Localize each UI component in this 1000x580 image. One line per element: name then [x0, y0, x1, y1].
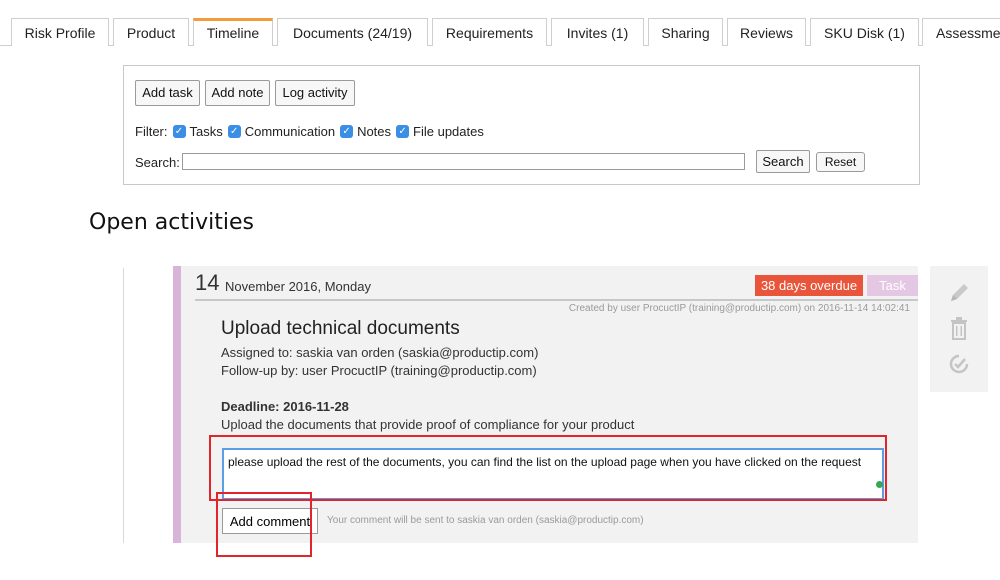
activity-actions: [930, 266, 988, 392]
pencil-icon[interactable]: [946, 280, 972, 306]
overdue-badge: 38 days overdue: [755, 275, 863, 296]
filter-notes-checkbox[interactable]: ✓: [340, 124, 354, 138]
follow-up-by: Follow-up by: user ProcuctIP (training@p…: [221, 363, 537, 378]
assigned-to: Assigned to: saskia van orden (saskia@pr…: [221, 345, 539, 360]
tab-invites[interactable]: Invites (1): [551, 18, 644, 46]
filter-communication-label: Communication: [244, 123, 336, 139]
created-by: Created by user ProcuctIP (training@prod…: [568, 303, 910, 314]
filter-notes-label: Notes: [357, 123, 392, 139]
tab-requirements[interactable]: Requirements: [432, 18, 547, 46]
section-title: Open activities: [89, 210, 254, 235]
filter-file-updates-label: File updates: [413, 123, 484, 139]
tab-sku-disk[interactable]: SKU Disk (1): [810, 18, 919, 46]
timeline-controls-panel: Add task Add note Log activity Filter: ✓…: [123, 65, 920, 185]
check-clock-icon[interactable]: [946, 351, 972, 377]
search-input[interactable]: [182, 153, 745, 170]
task-type-badge: Task: [867, 275, 918, 296]
activity-day: 14: [195, 270, 220, 295]
tab-bar: Risk Profile Product Timeline Documents …: [0, 0, 1000, 46]
comment-hint: Your comment will be sent to saskia van …: [327, 515, 644, 526]
filter-row: Filter: ✓ Tasks ✓ Communication ✓ Notes …: [135, 122, 484, 140]
trash-icon[interactable]: [946, 315, 972, 341]
tab-sharing[interactable]: Sharing: [648, 18, 723, 46]
tab-reviews[interactable]: Reviews: [727, 18, 806, 46]
filter-communication-checkbox[interactable]: ✓: [227, 124, 241, 138]
tab-assessment[interactable]: Assessment: [922, 18, 1000, 46]
search-button[interactable]: Search: [756, 150, 810, 173]
search-label: Search:: [135, 155, 180, 170]
log-activity-button[interactable]: Log activity: [275, 80, 355, 106]
filter-tasks-checkbox[interactable]: ✓: [172, 124, 186, 138]
task-description: Upload the documents that provide proof …: [221, 417, 635, 432]
tab-documents[interactable]: Documents (24/19): [277, 18, 428, 46]
card-divider: [195, 299, 918, 301]
add-note-button[interactable]: Add note: [205, 80, 270, 106]
reset-button[interactable]: Reset: [816, 152, 865, 172]
deadline: Deadline: 2016-11-28: [221, 399, 349, 414]
filter-file-updates-checkbox[interactable]: ✓: [396, 124, 410, 138]
tab-product[interactable]: Product: [113, 18, 189, 46]
activity-date: November 2016, Monday: [225, 279, 371, 294]
tab-timeline[interactable]: Timeline: [193, 18, 273, 46]
timeline-line: [123, 268, 124, 543]
filter-tasks-label: Tasks: [189, 123, 223, 139]
filter-label: Filter:: [135, 123, 168, 139]
tab-risk-profile[interactable]: Risk Profile: [11, 18, 109, 46]
add-task-button[interactable]: Add task: [135, 80, 200, 106]
task-title: Upload technical documents: [221, 318, 460, 339]
add-comment-highlight-box: [216, 492, 312, 557]
